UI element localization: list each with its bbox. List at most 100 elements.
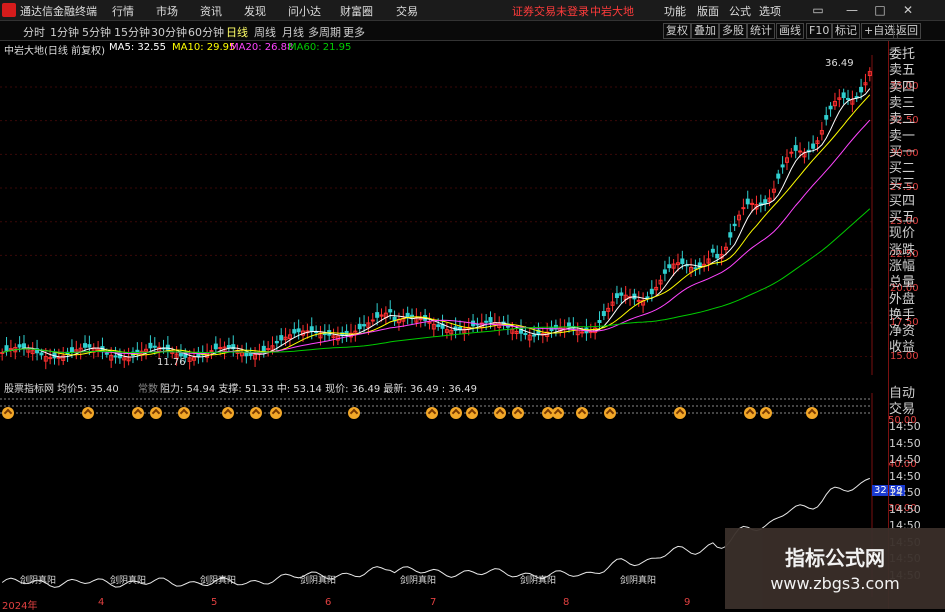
sidebar-item[interactable]: 买一 (889, 145, 945, 161)
candle-body (484, 320, 489, 323)
menu-functions[interactable]: 功能 (664, 3, 686, 19)
sidebar-item[interactable]: 换手 (889, 308, 945, 324)
close-icon[interactable]: ✕ (898, 2, 918, 18)
sidebar-item[interactable]: 卖四 (889, 80, 945, 96)
buy-signal-icon (744, 407, 756, 419)
sidebar-item[interactable]: 收益 (889, 340, 945, 356)
sidebar-lower-item[interactable]: 自动 (889, 386, 945, 402)
tab-60min[interactable]: 60分钟 (188, 24, 224, 40)
x-label-8: 8 (563, 597, 570, 608)
menu-options[interactable]: 选项 (759, 3, 781, 19)
quote-sidebar: 委托 卖五 卖四 卖三 卖二 卖一 买一 买二 买三 买四 买五 现价 涨跌 涨幅 总量 外盘 换手 净资 收益自动… (888, 41, 945, 609)
login-alert[interactable]: 证券交易未登录 (512, 3, 589, 19)
candle-body (859, 86, 864, 93)
tab-weekly[interactable]: 周线 (254, 24, 276, 40)
tab-multi[interactable]: 多周期 (308, 24, 341, 40)
menu-news[interactable]: 资讯 (200, 3, 222, 19)
tab-timeshare[interactable]: 分时 (23, 24, 45, 40)
x-label-9: 9 (684, 597, 691, 608)
candle-body (56, 356, 61, 359)
ma5-label: MA5: 32.55 (109, 42, 167, 53)
buy-signal-icon (604, 407, 616, 419)
sidebar-item[interactable]: 卖二 (889, 112, 945, 128)
candle-body (745, 198, 750, 205)
minimize-icon[interactable]: — (842, 2, 862, 18)
sidebar-item[interactable]: 涨跌 (889, 243, 945, 259)
candle-body (266, 348, 271, 351)
candle-body (292, 329, 297, 334)
adjust-button[interactable]: 复权 (663, 23, 691, 39)
sidebar-time: 14:50 (889, 469, 921, 483)
candle-body (427, 321, 432, 324)
menu-formula[interactable]: 公式 (729, 3, 751, 19)
candle-body (296, 328, 301, 333)
sidebar-item[interactable]: 委托 (889, 47, 945, 63)
menu-layout[interactable]: 版面 (697, 3, 719, 19)
menu-ask[interactable]: 问小达 (288, 3, 321, 19)
candle-body (741, 207, 746, 210)
sidebar-item[interactable]: 现价 (889, 226, 945, 242)
menu-bar: 通达信金融终端 行情 市场 资讯 发现 问小达 财富圈 交易 证券交易未登录 中… (0, 0, 945, 21)
sidebar-item[interactable]: 卖三 (889, 96, 945, 112)
restore-icon[interactable]: ▭ (808, 2, 828, 18)
tab-more[interactable]: 更多 (343, 24, 365, 40)
sidebar-item[interactable]: 买三 (889, 177, 945, 193)
menu-quotes[interactable]: 行情 (112, 3, 134, 19)
sidebar-item[interactable]: 涨幅 (889, 259, 945, 275)
sidebar-item[interactable]: 买四 (889, 194, 945, 210)
tab-30min[interactable]: 30分钟 (151, 24, 187, 40)
candle-body (388, 309, 393, 313)
menu-trade[interactable]: 交易 (396, 3, 418, 19)
candle-body (828, 105, 833, 110)
tab-1min[interactable]: 1分钟 (50, 24, 79, 40)
candle-body (104, 352, 109, 355)
stats-button[interactable]: 统计 (747, 23, 775, 39)
watermark-url: www.zbgs3.com (770, 574, 900, 593)
menu-discover[interactable]: 发现 (244, 3, 266, 19)
buy-signal-icon (494, 407, 506, 419)
watermark: 指标公式网 www.zbgs3.com (725, 528, 945, 609)
x-label-7: 7 (430, 597, 437, 608)
sidebar-item[interactable]: 买二 (889, 161, 945, 177)
menu-market[interactable]: 市场 (156, 3, 178, 19)
x-label-4: 4 (98, 597, 105, 608)
draw-button[interactable]: 画线 (776, 23, 804, 39)
candle-body (226, 344, 231, 348)
maximize-icon[interactable]: □ (870, 2, 890, 18)
candle-body (322, 333, 327, 336)
overlay-button[interactable]: 叠加 (691, 23, 719, 39)
back-button[interactable]: 返回 (893, 23, 921, 39)
sidebar-lower-item[interactable]: 交易 (889, 402, 945, 418)
mark-button[interactable]: 标记 (832, 23, 860, 39)
candle-body (732, 223, 737, 227)
buy-signal-icon (806, 407, 818, 419)
sidebar-item[interactable]: 买五 (889, 210, 945, 226)
buy-signal-icon (250, 407, 262, 419)
signal-label: 剑阴真阳 (400, 574, 436, 586)
tab-15min[interactable]: 15分钟 (114, 24, 150, 40)
candle-body (375, 312, 380, 318)
multi-stock-button[interactable]: 多股 (719, 23, 747, 39)
candle-body (69, 347, 74, 353)
tab-5min[interactable]: 5分钟 (82, 24, 111, 40)
sidebar-item[interactable]: 卖一 (889, 129, 945, 145)
sidebar-item[interactable]: 总量 (889, 275, 945, 291)
candle-body (715, 253, 720, 259)
sidebar-item[interactable]: 净资 (889, 324, 945, 340)
low-marker: 11.76 (157, 357, 186, 368)
signal-label: 剑阴真阳 (520, 574, 556, 586)
candle-body (597, 320, 602, 323)
candle-body (636, 299, 641, 302)
sidebar-time: 14:50 (889, 502, 921, 516)
f10-button[interactable]: F10 (806, 23, 833, 39)
sidebar-item[interactable]: 卖五 (889, 63, 945, 79)
candle-body (824, 115, 829, 120)
tab-monthly[interactable]: 月线 (282, 24, 304, 40)
menu-wealth[interactable]: 财富圈 (340, 3, 373, 19)
sidebar-item[interactable]: 外盘 (889, 292, 945, 308)
tab-daily[interactable]: 日线 (226, 24, 248, 40)
candle-body (209, 350, 214, 353)
candle-body (793, 145, 798, 151)
candlestick-chart[interactable] (0, 55, 888, 375)
candle-body (279, 335, 284, 341)
